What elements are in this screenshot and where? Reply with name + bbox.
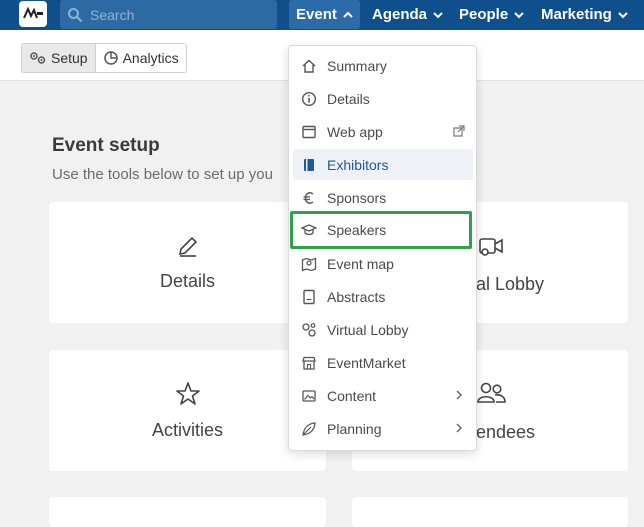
nav-agenda[interactable]: Agenda xyxy=(365,0,450,29)
nav-people-label: People xyxy=(459,6,509,23)
pie-chart-icon xyxy=(103,51,118,65)
menu-item-speakers[interactable]: Speakers xyxy=(290,211,472,249)
menu-item-label: Speakers xyxy=(327,222,387,238)
setup-label: Setup xyxy=(51,50,88,66)
menu-item-label: Summary xyxy=(327,57,387,74)
card-activities-label: Activities xyxy=(151,420,223,440)
search-input[interactable]: Search xyxy=(90,7,134,23)
menu-item-content[interactable]: Content xyxy=(293,380,473,411)
card-partial[interactable] xyxy=(49,497,326,527)
menu-item-sponsors[interactable]: Sponsors xyxy=(293,182,473,213)
analytics-button[interactable]: Analytics xyxy=(95,44,186,72)
pencil-icon xyxy=(178,236,197,257)
nav-marketing[interactable]: Marketing xyxy=(534,0,635,29)
menu-item-label: Details xyxy=(327,90,370,107)
nav-event[interactable]: Event xyxy=(289,0,360,29)
people-icon xyxy=(477,382,506,403)
menu-item-label: Content xyxy=(327,387,377,404)
menu-item-abstracts[interactable]: Abstracts xyxy=(293,281,473,312)
app-logo[interactable] xyxy=(19,1,47,27)
nav-agenda-label: Agenda xyxy=(372,6,428,23)
menu-item-exhibitors[interactable]: Exhibitors xyxy=(293,149,473,180)
menu-item-label: Web app xyxy=(327,123,383,140)
page-subtitle: Use the tools below to set up you xyxy=(52,166,273,183)
menu-item-summary[interactable]: Summary xyxy=(293,50,473,81)
event-dropdown-menu: Summary Details Web app Exhibitors Spons… xyxy=(288,45,477,451)
nav-marketing-label: Marketing xyxy=(541,6,612,23)
setup-button[interactable]: Setup xyxy=(22,44,96,72)
search-icon xyxy=(68,7,83,22)
euro-icon xyxy=(303,191,314,204)
document-icon xyxy=(303,289,315,304)
menu-item-web-app[interactable]: Web app xyxy=(293,116,473,147)
chevron-right-icon xyxy=(456,390,462,400)
logo-mark-icon xyxy=(23,7,43,19)
menu-item-eventmarket[interactable]: EventMarket xyxy=(293,347,473,378)
page-title: Event setup xyxy=(52,135,160,156)
map-icon xyxy=(301,257,317,271)
menu-item-label: Exhibitors xyxy=(327,156,389,173)
top-navigation-bar: Search Event Agenda People Marketing xyxy=(0,0,644,30)
browser-icon xyxy=(302,125,316,138)
menu-item-label: Planning xyxy=(327,420,382,437)
menu-item-label: Sponsors xyxy=(327,189,387,206)
chevron-down-icon xyxy=(514,11,524,18)
menu-item-planning[interactable]: Planning xyxy=(293,413,473,444)
card-attendees-label: endees xyxy=(476,422,536,442)
chevron-up-icon xyxy=(343,11,353,18)
store-icon xyxy=(302,356,316,370)
info-icon xyxy=(301,91,317,106)
analytics-label: Analytics xyxy=(122,50,179,66)
graduation-cap-icon xyxy=(301,224,317,236)
card-partial[interactable] xyxy=(352,497,628,527)
nav-people[interactable]: People xyxy=(452,0,531,29)
chevron-down-icon xyxy=(433,11,443,18)
menu-item-virtual-lobby[interactable]: Virtual Lobby xyxy=(293,314,473,345)
chevron-down-icon xyxy=(618,11,628,18)
image-icon xyxy=(302,389,316,402)
gears-icon xyxy=(30,52,46,64)
video-gear-icon xyxy=(479,238,503,256)
menu-item-label: Event map xyxy=(327,255,394,272)
menu-item-details[interactable]: Details xyxy=(293,83,473,114)
menu-item-label: Virtual Lobby xyxy=(327,321,409,338)
leaf-icon xyxy=(302,421,316,436)
star-icon xyxy=(175,382,200,405)
chevron-right-icon xyxy=(456,423,462,433)
search-box[interactable]: Search xyxy=(60,0,277,29)
menu-item-event-map[interactable]: Event map xyxy=(293,248,473,279)
card-details-label: Details xyxy=(159,271,216,291)
menu-item-label: EventMarket xyxy=(327,354,406,371)
view-toggle: Setup Analytics xyxy=(21,43,187,73)
menu-item-label: Abstracts xyxy=(327,288,386,305)
gears-icon xyxy=(302,322,316,337)
home-icon xyxy=(302,59,316,73)
card-details[interactable]: Details xyxy=(49,202,326,323)
card-virtual-lobby-label: al Lobby xyxy=(476,274,545,294)
card-activities[interactable]: Activities xyxy=(49,350,326,471)
nav-event-label: Event xyxy=(296,6,337,23)
book-icon xyxy=(304,158,314,171)
external-link-icon xyxy=(453,125,465,137)
